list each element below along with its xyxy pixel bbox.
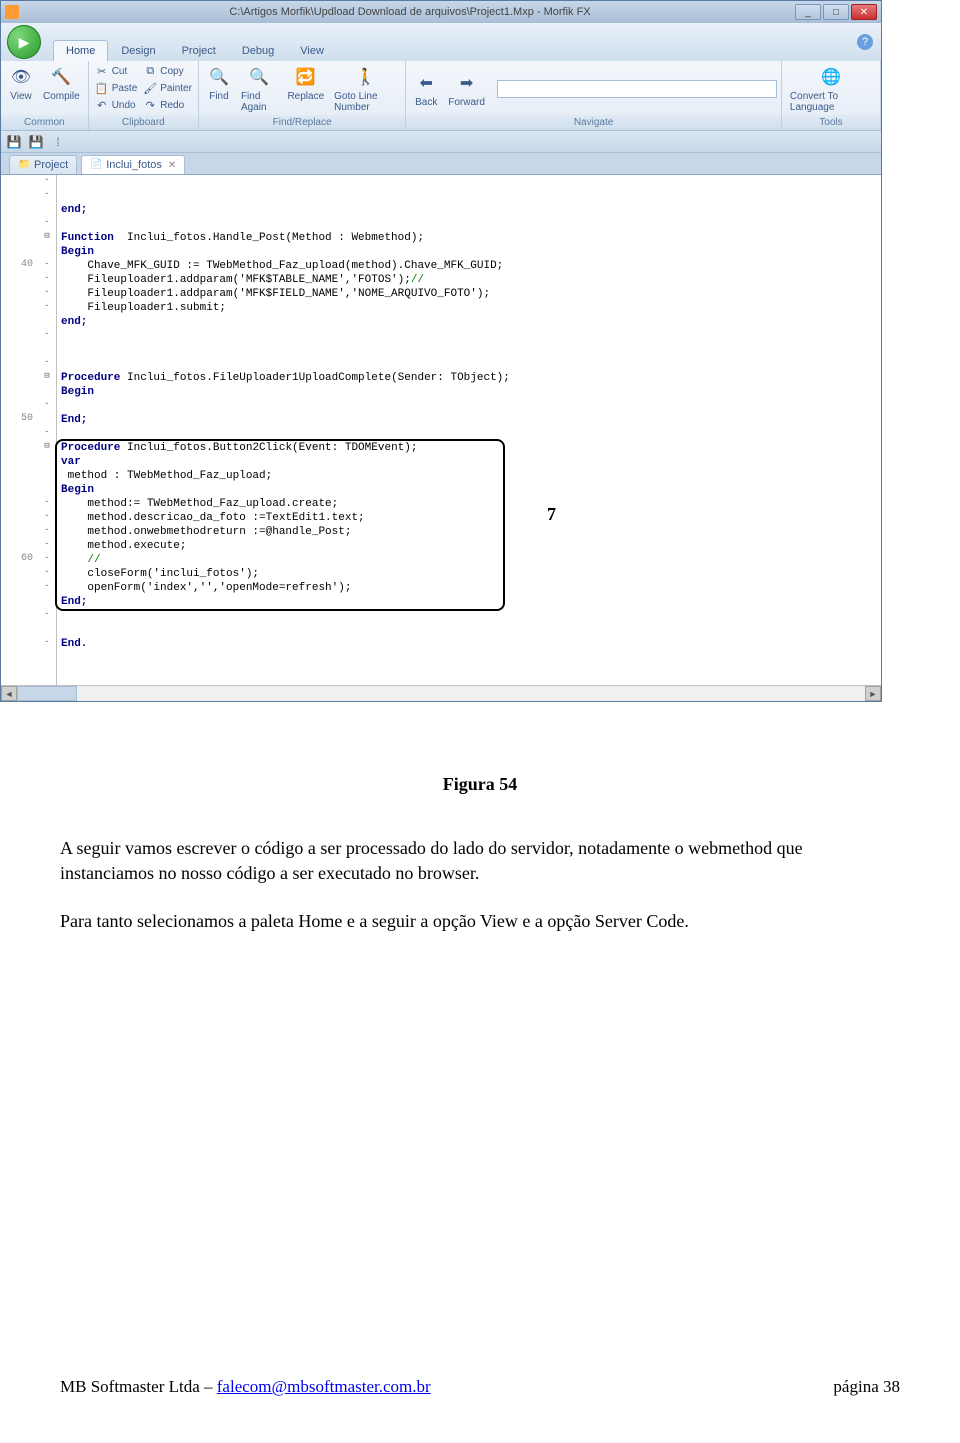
ribbon-group-common: 👁 View 🔨 Compile Common [1, 61, 89, 130]
ribbon-group-navigate: ⬅Back ➡Forward Navigate [406, 61, 782, 130]
footer-email-link[interactable]: falecom@mbsoftmaster.com.br [217, 1377, 431, 1396]
hammer-icon: 🔨 [49, 65, 73, 89]
line-number-60: 60 [5, 553, 33, 567]
compile-button[interactable]: 🔨 Compile [39, 63, 84, 104]
quick-access-bar: 💾 💾 ⁞ [1, 131, 881, 153]
qa-saveall-button[interactable]: 💾 [27, 133, 45, 151]
doc-tab-inclui-fotos[interactable]: 📄 Inclui_fotos ✕ [81, 155, 185, 174]
search-again-icon: 🔍 [247, 65, 271, 89]
figure-caption: Figura 54 [60, 772, 900, 796]
qa-save-button[interactable]: 💾 [5, 133, 23, 151]
doc-tab-project[interactable]: 📁 Project [9, 155, 77, 174]
form-icon: 📄 [90, 159, 102, 171]
horizontal-scrollbar[interactable]: ◄ ► [1, 685, 881, 701]
undo-icon: ↶ [95, 98, 109, 112]
footer-right: página 38 [833, 1377, 900, 1397]
ribbon-group-clipboard: ✂Cut 📋Paste ↶Undo ⧉Copy 🖌Painter ↷Redo C… [89, 61, 199, 130]
replace-icon: 🔁 [294, 65, 318, 89]
orb-button[interactable]: ▶ [7, 25, 41, 59]
view-label: View [10, 91, 32, 102]
convert-icon: 🌐 [819, 65, 843, 89]
window-buttons: _ □ ✕ [795, 4, 877, 20]
titlebar: C:\Artigos Morfik\Updload Download de ar… [1, 1, 881, 23]
line-number-50: 50 [5, 413, 33, 427]
compile-label: Compile [43, 91, 80, 102]
find-again-button[interactable]: 🔍Find Again [237, 63, 281, 115]
goto-icon: 🚶 [354, 65, 378, 89]
view-button[interactable]: 👁 View [5, 63, 37, 104]
back-button[interactable]: ⬅Back [410, 69, 442, 110]
copy-icon: ⧉ [143, 64, 157, 78]
replace-button[interactable]: 🔁Replace [283, 63, 328, 104]
search-icon: 🔍 [207, 65, 231, 89]
orb-row: ▶ Home Design Project Debug View ? [1, 23, 881, 61]
findreplace-group-label: Find/Replace [199, 115, 405, 130]
back-icon: ⬅ [414, 71, 438, 95]
help-button[interactable]: ? [857, 34, 873, 50]
redo-icon: ↷ [143, 98, 157, 112]
clipboard-icon: 📋 [95, 81, 109, 95]
code-area[interactable]: end; Function Inclui_fotos.Handle_Post(M… [57, 175, 881, 685]
scissors-icon: ✂ [95, 64, 109, 78]
navigate-dropdown[interactable] [497, 80, 777, 98]
tab-home[interactable]: Home [53, 40, 108, 61]
undo-button[interactable]: ↶Undo [93, 97, 140, 113]
tab-project[interactable]: Project [169, 40, 229, 61]
page-number: 38 [883, 1377, 900, 1396]
eye-icon: 👁 [9, 65, 33, 89]
doc-tab-active-label: Inclui_fotos [106, 159, 162, 171]
project-icon: 📁 [18, 159, 30, 171]
goto-line-button[interactable]: 🚶Goto Line Number [330, 63, 401, 115]
document-tabs: 📁 Project 📄 Inclui_fotos ✕ [1, 153, 881, 175]
app-icon [5, 5, 19, 19]
saveall-icon: 💾 [29, 135, 44, 149]
doc-tab-project-label: Project [34, 159, 68, 171]
tools-group-label: Tools [782, 115, 880, 130]
page-footer: MB Softmaster Ltda – falecom@mbsoftmaste… [0, 1357, 960, 1427]
painter-button[interactable]: 🖌Painter [141, 80, 194, 96]
minimize-button[interactable]: _ [795, 4, 821, 20]
find-button[interactable]: 🔍Find [203, 63, 235, 104]
tab-debug[interactable]: Debug [229, 40, 287, 61]
clipboard-group-label: Clipboard [89, 115, 198, 130]
forward-icon: ➡ [455, 71, 479, 95]
common-group-label: Common [1, 115, 88, 130]
tab-view[interactable]: View [287, 40, 337, 61]
redo-button[interactable]: ↷Redo [141, 97, 194, 113]
line-number-40: 40 [5, 259, 33, 273]
save-icon: 💾 [7, 135, 22, 149]
qa-separator: ⁞ [49, 133, 67, 151]
code-editor[interactable]: - - - ⊟ 40- - - - - - ⊟ - 50 - ⊟ - - - [1, 175, 881, 685]
scroll-right-icon[interactable]: ► [865, 686, 881, 701]
ribbon-group-tools: 🌐Convert To Language Tools [782, 61, 881, 130]
paragraph-1: A seguir vamos escrever o código a ser p… [60, 836, 900, 885]
scroll-thumb[interactable] [17, 686, 77, 701]
annotation-7: 7 [547, 507, 556, 521]
brush-icon: 🖌 [143, 81, 157, 95]
close-button[interactable]: ✕ [851, 4, 877, 20]
footer-left: MB Softmaster Ltda – falecom@mbsoftmaste… [60, 1377, 431, 1397]
convert-button[interactable]: 🌐Convert To Language [786, 63, 876, 115]
navigate-group-label: Navigate [406, 115, 781, 130]
tab-design[interactable]: Design [108, 40, 168, 61]
play-icon: ▶ [19, 34, 30, 51]
line-gutter: - - - ⊟ 40- - - - - - ⊟ - 50 - ⊟ - - - [1, 175, 57, 685]
ide-window: C:\Artigos Morfik\Updload Download de ar… [0, 0, 882, 702]
cut-button[interactable]: ✂Cut [93, 63, 140, 79]
document-body: Figura 54 A seguir vamos escrever o códi… [0, 702, 960, 977]
copy-button[interactable]: ⧉Copy [141, 63, 194, 79]
ribbon: 👁 View 🔨 Compile Common ✂Cut 📋Paste ↶Und… [1, 61, 881, 131]
menu-tabs: Home Design Project Debug View [53, 23, 337, 61]
paragraph-2: Para tanto selecionamos a paleta Home e … [60, 909, 900, 933]
scroll-left-icon[interactable]: ◄ [1, 686, 17, 701]
window-title: C:\Artigos Morfik\Updload Download de ar… [25, 6, 795, 18]
maximize-button[interactable]: □ [823, 4, 849, 20]
forward-button[interactable]: ➡Forward [444, 69, 489, 110]
tab-close-icon[interactable]: ✕ [168, 160, 176, 171]
ribbon-group-findreplace: 🔍Find 🔍Find Again 🔁Replace 🚶Goto Line Nu… [199, 61, 406, 130]
paste-button[interactable]: 📋Paste [93, 80, 140, 96]
scroll-track[interactable] [17, 686, 865, 701]
